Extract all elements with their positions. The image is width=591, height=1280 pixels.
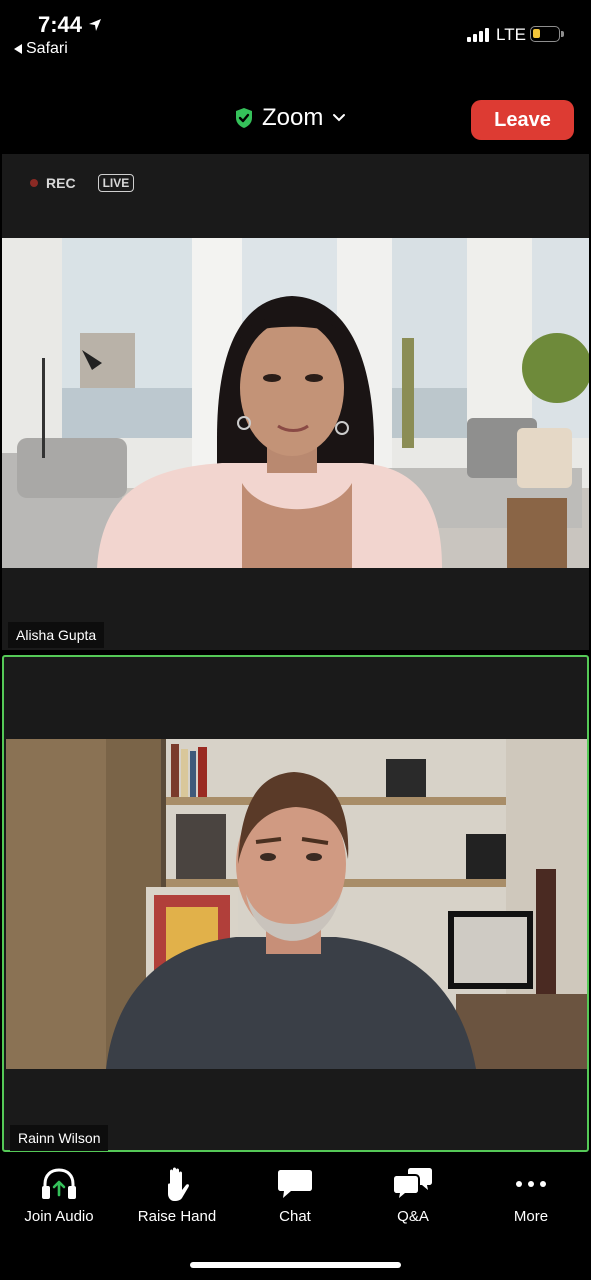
- location-arrow-icon: [89, 19, 102, 31]
- back-app-label: Safari: [26, 40, 68, 57]
- meeting-toolbar: Join Audio Raise Hand Chat Q&A More: [0, 1160, 591, 1230]
- chevron-down-icon: [333, 114, 346, 122]
- more-dots-icon: [516, 1181, 546, 1187]
- more-button[interactable]: More: [472, 1160, 590, 1230]
- more-label: More: [513, 1208, 549, 1225]
- leave-button[interactable]: Leave: [471, 100, 574, 140]
- live-badge: LIVE: [97, 174, 135, 192]
- chat-label: Chat: [279, 1208, 311, 1225]
- chat-button[interactable]: Chat: [236, 1160, 354, 1230]
- headphones-icon: [42, 1168, 76, 1199]
- qa-label: Q&A: [397, 1208, 429, 1225]
- shield-check-icon: [236, 108, 252, 128]
- network-type: LTE: [496, 25, 526, 44]
- participant-video: [6, 739, 587, 1069]
- record-dot-icon: [30, 179, 38, 187]
- back-to-app-link[interactable]: Safari: [14, 40, 68, 58]
- meeting-title: Zoom: [262, 104, 324, 131]
- join-audio-label: Join Audio: [24, 1208, 94, 1225]
- qa-bubbles-icon: [394, 1168, 432, 1198]
- clock-time: 7:44: [38, 12, 83, 37]
- hand-icon: [168, 1167, 189, 1201]
- participant-name-tag: Alisha Gupta: [8, 622, 105, 648]
- rec-label: REC: [46, 175, 76, 191]
- meeting-header: Zoom Leave: [0, 96, 591, 144]
- chat-bubble-icon: [278, 1170, 312, 1198]
- raise-hand-label: Raise Hand: [137, 1208, 217, 1225]
- qa-button[interactable]: Q&A: [354, 1160, 472, 1230]
- recording-indicator: REC LIVE: [30, 174, 135, 192]
- video-tile-alisha[interactable]: REC LIVE Alisha Gupta: [2, 154, 589, 650]
- raise-hand-button[interactable]: Raise Hand: [118, 1160, 236, 1230]
- battery-icon: [530, 26, 564, 42]
- back-triangle-icon: [14, 44, 22, 54]
- cellular-signal-icon: [467, 28, 489, 42]
- participant-name-tag: Rainn Wilson: [10, 1125, 109, 1151]
- clock: 7:44: [38, 12, 102, 38]
- video-tile-rainn[interactable]: Rainn Wilson: [2, 655, 589, 1152]
- meeting-title-menu[interactable]: Zoom: [234, 104, 347, 132]
- home-indicator[interactable]: [190, 1262, 401, 1268]
- status-bar: 7:44 Safari LTE: [0, 0, 591, 70]
- join-audio-button[interactable]: Join Audio: [0, 1160, 118, 1230]
- participant-video: [2, 238, 589, 568]
